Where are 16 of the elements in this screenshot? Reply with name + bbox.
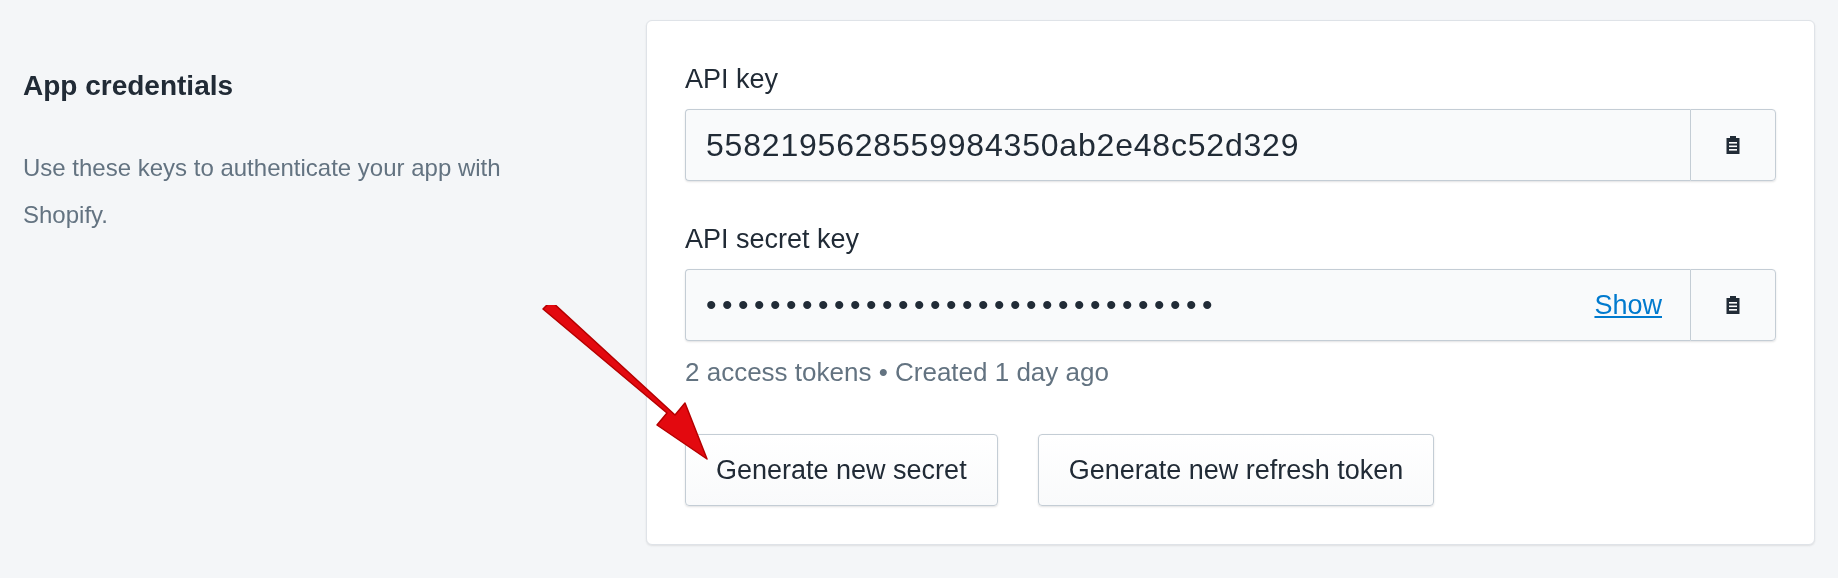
field-label: API secret key bbox=[685, 223, 861, 255]
generate-button[interactable]: Generate new refresh token bbox=[1037, 434, 1435, 506]
token-info: 2 access tokens • Created 1 day ago bbox=[685, 357, 1110, 388]
show-link[interactable]: Show bbox=[1594, 289, 1662, 321]
generate-button[interactable]: Generate new secret bbox=[685, 434, 998, 506]
section-description: Use these keys to authenticate your app with Shopify. bbox=[23, 153, 502, 230]
secret-key-field[interactable]: •••••••••••••••••••••••••••••••• Show bbox=[685, 269, 1690, 341]
api-key-field[interactable]: 5582195628559984350ab2e48c52d329 bbox=[685, 109, 1690, 181]
copy-button[interactable] bbox=[1690, 109, 1776, 181]
copy-button[interactable] bbox=[1690, 269, 1776, 341]
field-label: API key bbox=[685, 63, 780, 95]
masked-value: •••••••••••••••••••••••••••••••• bbox=[706, 288, 1219, 322]
section-title: App credentials bbox=[23, 70, 235, 102]
clipboard-icon bbox=[1725, 135, 1741, 155]
key-value: 5582195628559984350ab2e48c52d329 bbox=[706, 126, 1300, 164]
clipboard-icon bbox=[1725, 295, 1741, 315]
